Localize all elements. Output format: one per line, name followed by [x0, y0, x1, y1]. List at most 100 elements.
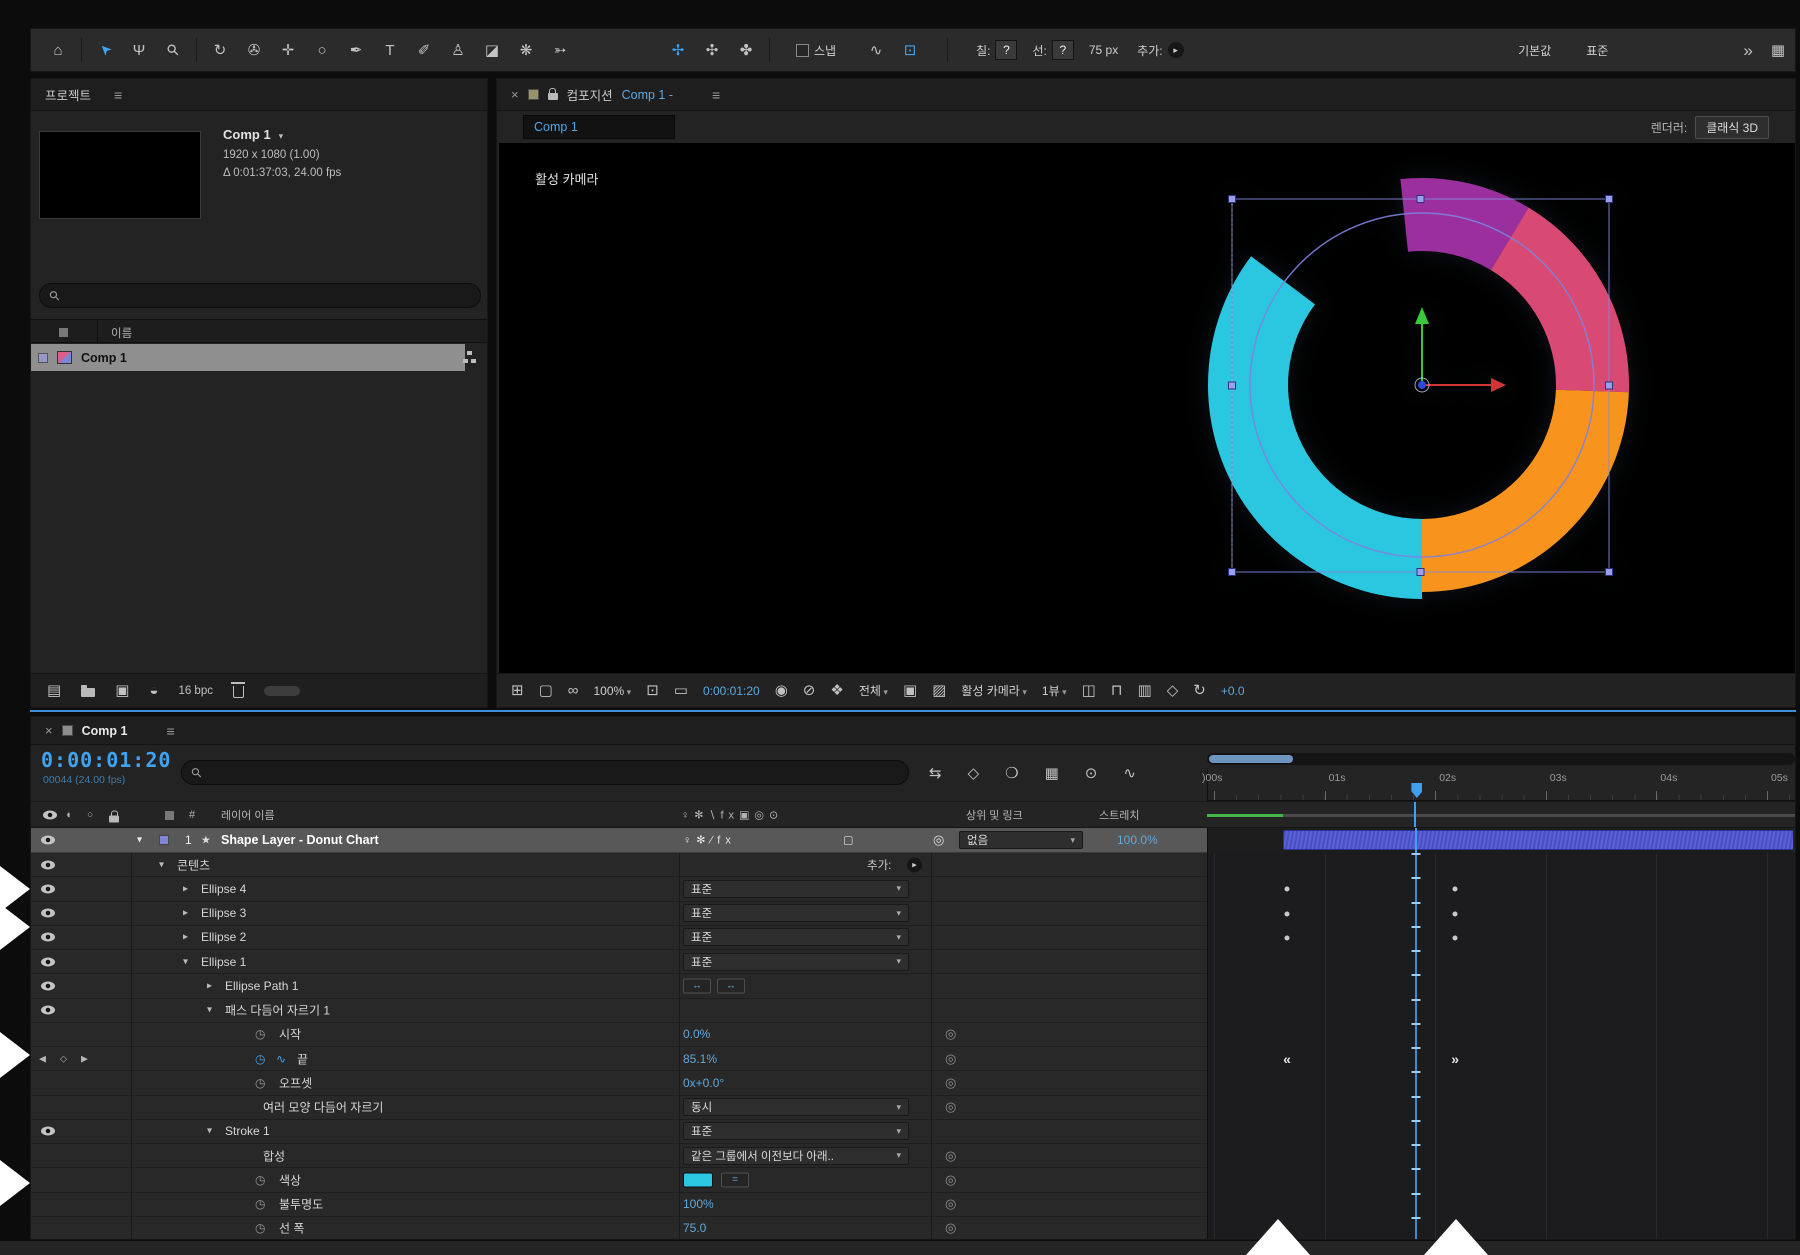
timeline-graph[interactable]: «» [1207, 853, 1795, 1240]
property-dropdown[interactable]: 같은 그룹에서 이전보다 아래.. [683, 1147, 909, 1165]
timeline-search-input[interactable]: ⚲ [181, 760, 909, 785]
property-label[interactable]: 불투명도 [279, 1196, 323, 1213]
new-composition-icon[interactable]: ▣ [115, 683, 129, 698]
fit-view-icon[interactable]: ⊡ [646, 683, 659, 698]
close-tab-icon[interactable]: × [45, 723, 53, 738]
property-dropdown[interactable]: 표준 [683, 880, 909, 898]
layer-color-chip[interactable] [159, 835, 169, 845]
frame-blending-icon[interactable]: ▦ [1045, 766, 1059, 781]
transparency-grid-icon[interactable]: ▨ [932, 683, 946, 698]
keyframe-marker[interactable] [1453, 911, 1458, 916]
project-row-comp1[interactable]: Comp 1 [31, 344, 465, 371]
view-layout-select[interactable]: 1뷰 [1042, 682, 1067, 699]
keyframe-marker[interactable] [1284, 887, 1289, 892]
shape-tool-icon[interactable]: ○ [305, 35, 339, 65]
snap-checkbox[interactable] [796, 44, 809, 57]
time-navigator[interactable] [1207, 753, 1795, 765]
pickwhip-icon[interactable]: ◎ [945, 1196, 956, 1212]
comp-thumbnail[interactable] [39, 131, 201, 219]
property-value[interactable]: 0x+0.0° [683, 1076, 724, 1090]
visibility-eye-icon[interactable] [41, 1006, 55, 1015]
speed-graph-icon[interactable]: ∿ [276, 1052, 286, 1066]
visibility-eye-icon[interactable] [41, 884, 55, 893]
twirl-icon[interactable]: ▾ [207, 1126, 212, 1137]
cti-line-header[interactable] [1414, 802, 1416, 827]
motion-blur-icon[interactable]: ⊙ [1085, 766, 1098, 781]
parent-select[interactable]: 없음 [959, 831, 1083, 849]
stretch-value[interactable]: 100.0% [1117, 833, 1158, 847]
project-search-input[interactable]: ⚲ [39, 283, 481, 308]
audio-column-icon[interactable]: ◖ [65, 809, 72, 821]
property-label[interactable]: 오프셋 [279, 1074, 312, 1091]
keyframe-marker[interactable] [1284, 911, 1289, 916]
layer-row-left[interactable]: ▾ 1 ★ Shape Layer - Donut Chart ♀✻∕fx ▢ … [31, 828, 1207, 853]
stopwatch-icon[interactable]: ◷ [255, 1052, 265, 1066]
fast-previews-icon[interactable]: ⊓ [1111, 683, 1123, 698]
layer-row-graph[interactable] [1207, 828, 1793, 853]
keyframe-marker[interactable]: » [1451, 1051, 1459, 1067]
panel-menu-icon[interactable]: ≡ [114, 87, 122, 103]
twirl-icon[interactable]: ▸ [183, 932, 188, 943]
comp-subtab[interactable]: Comp 1 [523, 115, 675, 139]
renderer-button[interactable]: 클래식 3D [1695, 116, 1769, 139]
visibility-eye-icon[interactable] [41, 909, 55, 918]
pickwhip-icon[interactable]: ◎ [945, 1148, 956, 1164]
twirl-icon[interactable]: ▾ [137, 835, 142, 846]
property-dropdown[interactable]: 표준 [683, 953, 909, 971]
panel-menu-icon[interactable]: ≡ [166, 723, 174, 739]
property-dropdown[interactable]: 표준 [683, 928, 909, 946]
pickwhip-icon[interactable]: ◎ [945, 1051, 956, 1067]
tab-composition-prefix[interactable]: 컴포지션 [567, 85, 613, 104]
twirl-icon[interactable]: ▾ [183, 956, 188, 967]
gizmo-local-axis-icon[interactable]: ✣ [695, 35, 729, 65]
property-value[interactable]: 75.0 [683, 1221, 706, 1235]
brush-tool-icon[interactable]: ✐ [407, 35, 441, 65]
trash-icon[interactable] [233, 686, 244, 698]
lock-column-icon[interactable] [109, 815, 119, 822]
timeline-row[interactable]: ▸Ellipse 3표준 [31, 902, 1207, 926]
solo-column-icon[interactable]: ○ [87, 809, 93, 820]
stopwatch-icon[interactable]: ◷ [255, 1027, 265, 1041]
property-label[interactable]: 여러 모양 다듬어 자르기 [263, 1099, 383, 1116]
parent-column-header[interactable]: 상위 및 링크 [966, 807, 1023, 823]
tab-composition-title[interactable]: Comp 1 - [622, 88, 673, 102]
channel-select-icon[interactable]: ❖ [830, 683, 843, 698]
next-keyframe-icon[interactable]: ▶ [81, 1053, 88, 1064]
property-dropdown[interactable]: 동시 [683, 1098, 909, 1116]
timeline-row[interactable]: ▸Ellipse Path 1↔↔ [31, 974, 1207, 998]
stroke-color-swatch[interactable] [683, 1172, 713, 1187]
stopwatch-icon[interactable]: ◷ [255, 1076, 265, 1090]
add-menu-icon[interactable]: ▸ [907, 857, 922, 872]
property-label[interactable]: Ellipse 3 [201, 906, 246, 920]
tab-project[interactable]: 프로젝트 [45, 85, 91, 104]
donut-segment-orange[interactable] [1422, 390, 1629, 592]
visibility-eye-icon[interactable] [41, 957, 55, 966]
keyframe-marker[interactable] [1453, 887, 1458, 892]
region-of-interest-icon[interactable]: ▣ [903, 683, 917, 698]
timeline-row[interactable]: 여러 모양 다듬어 자르기동시◎ [31, 1096, 1207, 1120]
flowchart-button-icon[interactable]: ◇ [1167, 683, 1179, 698]
reset-exposure-icon[interactable]: ↻ [1193, 683, 1206, 698]
pan-behind-tool-icon[interactable]: ✛ [271, 35, 305, 65]
workspace-standard-button[interactable]: 표준 [1586, 42, 1608, 59]
property-label[interactable]: 합성 [263, 1147, 285, 1164]
mask-path-icon[interactable]: ∿ [859, 35, 893, 65]
donut-segment-cyan[interactable] [1208, 256, 1422, 599]
pickwhip-icon[interactable]: ◎ [945, 1075, 956, 1091]
stroke-width-value[interactable]: 75 px [1089, 43, 1118, 57]
snapshot-icon[interactable]: ◉ [775, 683, 788, 698]
keyframe-marker[interactable] [1453, 935, 1458, 940]
resolution-select[interactable]: 전체 [859, 682, 888, 699]
pickwhip-icon[interactable]: ◎ [945, 1172, 956, 1188]
camera-tool-icon[interactable]: ✇ [237, 35, 271, 65]
parent-pickwhip-icon[interactable]: ◎ [933, 832, 944, 848]
gizmo-universal-icon[interactable]: ✢ [661, 35, 695, 65]
viewer-timecode[interactable]: 0:00:01:20 [703, 684, 760, 698]
twirl-icon[interactable]: ▸ [207, 980, 212, 991]
type-tool-icon[interactable]: T [373, 35, 407, 65]
current-timecode[interactable]: 0:00:01:20 [41, 748, 171, 772]
display-select-icon[interactable]: ▢ [539, 683, 553, 698]
timeline-row[interactable]: ▸Ellipse 4표준 [31, 877, 1207, 901]
layer-switches[interactable]: ♀✻∕fx [683, 834, 736, 847]
draft-3d-icon[interactable]: ◇ [968, 766, 980, 781]
